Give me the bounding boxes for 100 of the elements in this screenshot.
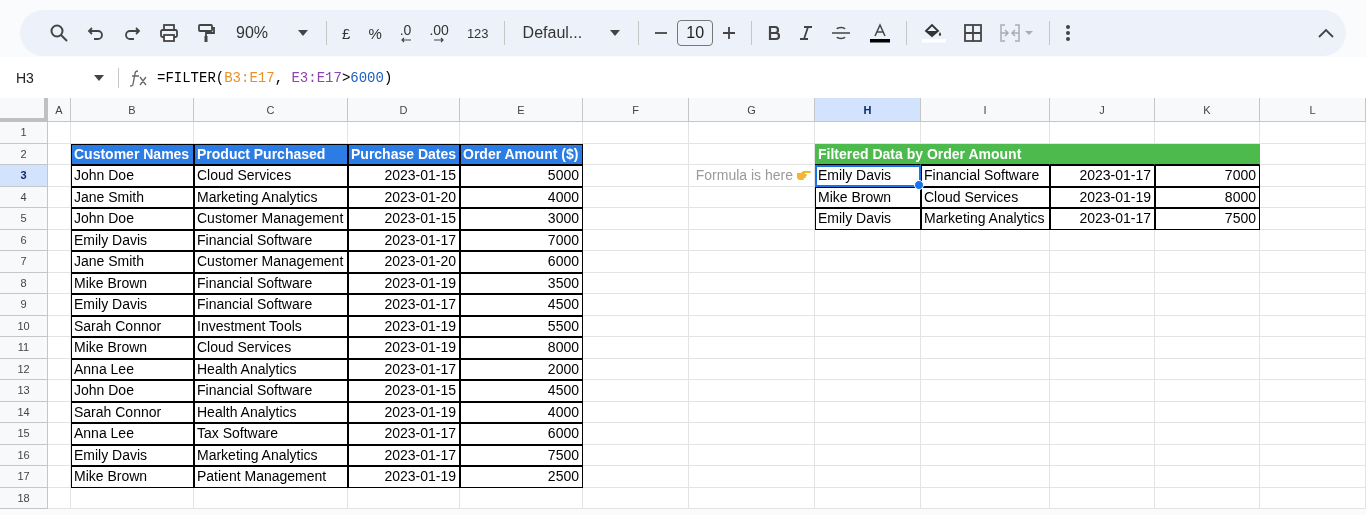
row-header[interactable]: 6 xyxy=(0,229,48,251)
table-cell: John Doe xyxy=(71,208,194,230)
table-cell: 2023-01-17 xyxy=(348,229,460,251)
percent-button[interactable]: % xyxy=(359,18,391,48)
row-header[interactable]: 16 xyxy=(0,444,48,466)
undo-icon[interactable] xyxy=(87,24,105,42)
row-header[interactable]: 17 xyxy=(0,466,48,488)
column-header[interactable]: I xyxy=(921,98,1050,122)
table-cell: Cloud Services xyxy=(194,165,348,187)
row-header[interactable]: 1 xyxy=(0,122,48,144)
table-cell: Mike Brown xyxy=(71,466,194,488)
caret-icon xyxy=(298,30,309,36)
row-header[interactable]: 3 xyxy=(0,165,48,187)
row-header[interactable]: 2 xyxy=(0,143,48,165)
table-cell: 2023-01-19 xyxy=(348,272,460,294)
note-text: Formula is here xyxy=(689,165,815,187)
bold-icon[interactable] xyxy=(767,25,782,41)
paint-roller-icon[interactable] xyxy=(197,23,215,43)
table-header-cell: Order Amount ($) xyxy=(460,143,583,165)
caret-icon xyxy=(94,74,104,81)
column-header[interactable]: C xyxy=(194,98,348,122)
table-cell: Cloud Services xyxy=(194,337,348,359)
collapse-icon[interactable] xyxy=(1318,28,1334,38)
table-cell: Financial Software xyxy=(194,380,348,402)
column-header[interactable]: D xyxy=(348,98,460,122)
print-icon[interactable] xyxy=(159,23,179,43)
table-cell: 8000 xyxy=(1155,186,1260,208)
font-dropdown[interactable]: Defaul... xyxy=(510,18,633,48)
italic-icon[interactable] xyxy=(799,25,814,41)
redo-icon[interactable] xyxy=(123,24,141,42)
pointing-hand-icon xyxy=(796,170,811,181)
row-header[interactable]: 15 xyxy=(0,423,48,445)
table-cell: Sarah Connor xyxy=(71,401,194,423)
row-header[interactable]: 13 xyxy=(0,380,48,402)
table-cell: Emily Davis xyxy=(71,229,194,251)
table-header-cell: Purchase Dates xyxy=(348,143,460,165)
text-color-icon[interactable] xyxy=(869,23,892,43)
function-icon xyxy=(129,68,149,87)
header-title: Filtered Data by Order Amount xyxy=(818,145,1022,162)
row-header[interactable]: 11 xyxy=(0,337,48,359)
table-cell: 3000 xyxy=(460,208,583,230)
number-format-button[interactable]: 123 xyxy=(457,18,498,48)
font-size-field[interactable]: 10 xyxy=(677,20,714,46)
table-cell: 2500 xyxy=(460,466,583,488)
table-cell: 2023-01-19 xyxy=(348,315,460,337)
column-header[interactable]: A xyxy=(48,98,71,122)
table-cell: 8000 xyxy=(460,337,583,359)
row-header[interactable]: 18 xyxy=(0,487,48,509)
row-header[interactable]: 7 xyxy=(0,251,48,273)
table-cell: Financial Software xyxy=(194,272,348,294)
table-cell: 2023-01-17 xyxy=(1050,208,1155,230)
table-cell: Financial Software xyxy=(194,294,348,316)
column-header[interactable]: K xyxy=(1155,98,1260,122)
table-cell: 2023-01-17 xyxy=(348,423,460,445)
row-header[interactable]: 12 xyxy=(0,358,48,380)
table-cell: 2023-01-17 xyxy=(348,358,460,380)
table-cell: 2023-01-15 xyxy=(348,380,460,402)
borders-icon[interactable] xyxy=(964,24,983,42)
column-header[interactable]: J xyxy=(1050,98,1155,122)
table-cell: 2023-01-17 xyxy=(1050,165,1155,187)
table-cell: 6000 xyxy=(460,251,583,273)
zoom-dropdown[interactable]: 90% xyxy=(224,18,321,48)
plus-icon[interactable] xyxy=(722,26,737,40)
table-cell: Emily Davis xyxy=(71,294,194,316)
table-cell: 4500 xyxy=(460,380,583,402)
row-header[interactable]: 5 xyxy=(0,208,48,230)
table-cell: 4500 xyxy=(460,294,583,316)
table-cell: Sarah Connor xyxy=(71,315,194,337)
row-header[interactable]: 8 xyxy=(0,272,48,294)
row-header[interactable]: 9 xyxy=(0,294,48,316)
more-options-icon[interactable] xyxy=(1065,24,1072,42)
column-header[interactable]: H xyxy=(815,98,921,122)
table-cell: 7500 xyxy=(460,444,583,466)
column-header[interactable]: B xyxy=(71,98,194,122)
decrease-decimal-button[interactable]: .0 xyxy=(390,18,421,48)
column-header[interactable]: E xyxy=(460,98,583,122)
table-cell: 2023-01-19 xyxy=(348,466,460,488)
fill-handle[interactable] xyxy=(914,179,924,190)
name-box[interactable]: H3 xyxy=(0,69,110,86)
column-header[interactable]: G xyxy=(689,98,815,122)
table-cell: Emily Davis xyxy=(71,444,194,466)
table-cell: Mike Brown xyxy=(815,186,921,208)
left-arrow-icon xyxy=(400,36,411,43)
search-icon[interactable] xyxy=(49,23,69,43)
table-cell: Anna Lee xyxy=(71,358,194,380)
row-header[interactable]: 14 xyxy=(0,401,48,423)
table-cell: 2023-01-20 xyxy=(348,186,460,208)
table-cell: Tax Software xyxy=(194,423,348,445)
row-header[interactable]: 4 xyxy=(0,186,48,208)
currency-button[interactable]: £ xyxy=(333,18,360,48)
column-header[interactable]: L xyxy=(1260,98,1366,122)
table-cell: Emily Davis xyxy=(815,165,921,187)
fill-color-icon[interactable] xyxy=(922,23,947,43)
table-header-cell: Product Purchased xyxy=(194,143,348,165)
increase-decimal-button[interactable]: .00 xyxy=(420,18,458,48)
row-header[interactable]: 10 xyxy=(0,315,48,337)
formula-field[interactable]: =FILTER(B3:E17, E3:E17>6000) xyxy=(157,69,393,86)
column-header[interactable]: F xyxy=(583,98,689,122)
table-cell: 2023-01-19 xyxy=(348,401,460,423)
strikethrough-icon[interactable] xyxy=(831,25,852,41)
